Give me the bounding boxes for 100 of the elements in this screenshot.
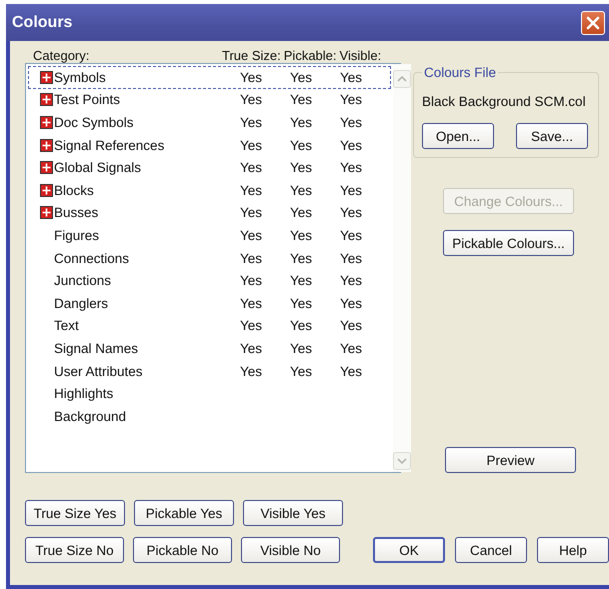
preview-button[interactable]: Preview: [445, 447, 576, 473]
true-size-value: Yes: [240, 182, 264, 198]
column-header: Pickable:: [284, 48, 337, 63]
file-button[interactable]: Open...: [422, 123, 494, 149]
true-size-value: Yes: [240, 160, 264, 176]
true-size-value: Yes: [240, 205, 264, 220]
expand-plus-icon[interactable]: [40, 116, 53, 129]
list-row[interactable]: Text Yes Yes Yes: [28, 314, 391, 338]
window-title: Colours: [12, 14, 72, 32]
set-all-button[interactable]: Pickable Yes: [134, 500, 234, 526]
expand-plus-icon[interactable]: [40, 138, 53, 152]
category-name: Connections: [54, 250, 130, 266]
visible-value: Yes: [340, 318, 364, 334]
close-button[interactable]: [581, 10, 605, 34]
set-all-button[interactable]: True Size Yes: [25, 500, 125, 526]
set-all-button[interactable]: Visible No: [241, 537, 340, 563]
list-row[interactable]: Doc Symbols Yes Yes Yes: [28, 111, 391, 134]
visible-value: Yes: [340, 250, 364, 266]
true-size-value: Yes: [240, 114, 264, 130]
list-row[interactable]: Signal References Yes Yes Yes: [28, 134, 391, 156]
close-icon: [586, 16, 600, 30]
pickable-value: Yes: [290, 318, 314, 334]
pickable-value: Yes: [290, 205, 314, 220]
set-all-button[interactable]: True Size No: [25, 537, 124, 563]
category-name: Test Points: [54, 92, 122, 108]
true-size-value: Yes: [240, 138, 264, 153]
category-name: Signal Names: [54, 340, 140, 356]
pickable-value: Yes: [290, 160, 314, 176]
category-name: Text: [54, 318, 80, 334]
pickable-value: Yes: [290, 182, 314, 198]
true-size-value: Yes: [240, 340, 264, 356]
list-row[interactable]: Global Signals Yes Yes Yes: [28, 156, 391, 179]
category-name: Figures: [54, 228, 100, 243]
list-row[interactable]: Signal Names Yes Yes Yes: [28, 337, 391, 360]
dialog-button[interactable]: Cancel: [455, 537, 527, 563]
column-header: Category:: [33, 48, 90, 63]
dialog-button[interactable]: OK: [373, 537, 445, 563]
true-size-value: Yes: [240, 92, 264, 108]
file-button[interactable]: Save...: [516, 123, 588, 149]
category-name: User Attributes: [54, 364, 144, 379]
visible-value: Yes: [340, 92, 364, 108]
category-name: Signal References: [54, 138, 166, 153]
pickable-value: Yes: [290, 92, 314, 108]
pickable-value: Yes: [290, 250, 314, 266]
category-name: Junctions: [54, 273, 112, 288]
expand-plus-icon[interactable]: [40, 93, 53, 106]
pickable-value: Yes: [290, 296, 314, 311]
file-name: Black Background SCM.col: [422, 94, 587, 109]
visible-value: Yes: [340, 340, 364, 356]
visible-value: Yes: [340, 273, 364, 288]
category-name: Global Signals: [54, 160, 142, 176]
visible-value: Yes: [340, 296, 364, 311]
group-title: Colours File: [423, 65, 498, 80]
category-name: Highlights: [54, 386, 114, 402]
set-all-button[interactable]: Visible Yes: [243, 500, 343, 526]
column-header: Visible:: [340, 48, 382, 63]
true-size-value: Yes: [240, 364, 264, 379]
list-row[interactable]: Junctions Yes Yes Yes: [28, 269, 391, 292]
visible-value: Yes: [340, 205, 364, 220]
expand-plus-icon[interactable]: [40, 184, 53, 197]
category-name: Danglers: [54, 296, 110, 311]
category-name: Symbols: [54, 70, 107, 85]
list-row[interactable]: Busses Yes Yes Yes: [28, 202, 391, 224]
category-name: Blocks: [54, 182, 95, 198]
pickable-value: Yes: [290, 70, 314, 85]
true-size-value: Yes: [240, 250, 264, 266]
column-header: True Size:: [222, 48, 281, 63]
category-name: Busses: [54, 205, 100, 220]
list-row[interactable]: Test Points Yes Yes Yes: [28, 88, 391, 112]
visible-value: Yes: [340, 138, 364, 153]
category-name: Background: [54, 408, 128, 424]
colours-button[interactable]: Pickable Colours...: [443, 230, 574, 256]
true-size-value: Yes: [240, 70, 264, 85]
list-row[interactable]: Connections Yes Yes Yes: [28, 246, 391, 270]
true-size-value: Yes: [240, 296, 264, 311]
category-name: Doc Symbols: [54, 114, 135, 130]
pickable-value: Yes: [290, 340, 314, 356]
list-row[interactable]: Highlights: [28, 382, 391, 405]
list-row[interactable]: Symbols Yes Yes Yes: [28, 66, 391, 89]
set-all-button[interactable]: Pickable No: [133, 537, 232, 563]
true-size-value: Yes: [240, 228, 264, 243]
pickable-value: Yes: [290, 114, 314, 130]
list-row[interactable]: Danglers Yes Yes Yes: [28, 292, 391, 315]
true-size-value: Yes: [240, 273, 264, 288]
visible-value: Yes: [340, 114, 364, 130]
list-row[interactable]: Blocks Yes Yes Yes: [28, 178, 391, 202]
visible-value: Yes: [340, 160, 364, 176]
list-row[interactable]: User Attributes Yes Yes Yes: [28, 360, 391, 382]
true-size-value: Yes: [240, 318, 264, 334]
visible-value: Yes: [340, 182, 364, 198]
dialog-button[interactable]: Help: [537, 537, 609, 563]
pickable-value: Yes: [290, 138, 314, 153]
expand-plus-icon[interactable]: [40, 161, 53, 174]
expand-plus-icon[interactable]: [40, 70, 53, 84]
expand-plus-icon[interactable]: [40, 206, 53, 220]
visible-value: Yes: [340, 228, 364, 243]
pickable-value: Yes: [290, 273, 314, 288]
list-row[interactable]: Background: [28, 404, 391, 428]
pickable-value: Yes: [290, 364, 314, 379]
list-row[interactable]: Figures Yes Yes Yes: [28, 224, 391, 247]
